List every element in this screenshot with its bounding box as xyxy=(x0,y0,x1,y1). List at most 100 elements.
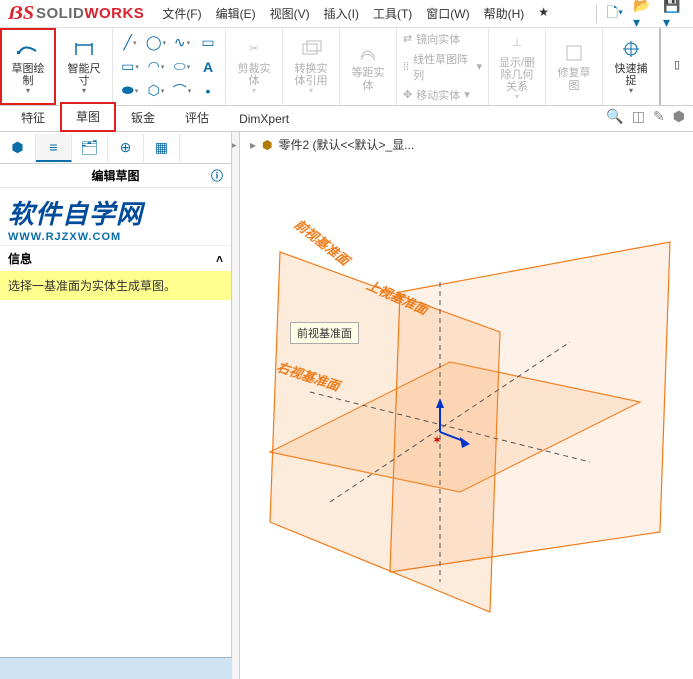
brand-block: 软件自学网 WWW.RJZXW.COM xyxy=(0,188,231,245)
offset-label: 等距实 体 xyxy=(352,67,385,91)
ellipse-tool-icon[interactable]: ⬭ xyxy=(171,56,193,78)
menu-edit[interactable]: 编辑(E) xyxy=(216,5,256,22)
fillet-tool-icon[interactable]: ⌒ xyxy=(171,80,193,102)
caret-icon: ▾ xyxy=(629,87,633,96)
app-logo: ẞS SOLIDWORKS xyxy=(0,2,152,25)
line-tool-icon[interactable]: ╱ xyxy=(119,32,141,54)
ribbon-trim-group: ✂ 剪裁实 体 ▾ xyxy=(226,28,283,105)
help-icon[interactable]: ⓘ xyxy=(211,167,223,184)
scissors-icon: ✂ xyxy=(240,37,268,61)
quick-snap-button[interactable]: 快速捕 捉 ▾ xyxy=(609,37,653,96)
mirror-label: 镜向实体 xyxy=(416,31,460,47)
circle-tool-icon[interactable]: ◯ xyxy=(145,32,167,54)
arc-tool-icon[interactable]: ◠ xyxy=(145,56,167,78)
tab-evaluate[interactable]: 评估 xyxy=(170,104,224,131)
tab-feature[interactable]: 特征 xyxy=(6,104,60,131)
repair-label: 修复草 图 xyxy=(558,67,591,91)
caret-icon: ▾ xyxy=(26,87,30,96)
feature-manager-panel: ⬢ ≡ 🗂 ⊕ ▦ 编辑草图 ⓘ 软件自学网 WWW.RJZXW.COM 信息 … xyxy=(0,132,232,679)
move-icon: ✥ xyxy=(403,88,412,101)
pattern-icon: ⁞⁞ xyxy=(403,61,409,73)
menu-help[interactable]: 帮助(H) xyxy=(484,5,525,22)
logo-works: WORKS xyxy=(84,5,144,22)
caret-icon: ▾ xyxy=(515,93,519,102)
offset-button: 等距实 体 xyxy=(346,41,390,91)
rect-tool-icon[interactable]: ▭ xyxy=(119,56,141,78)
relations-icon: ⊥ xyxy=(503,31,531,55)
splitter-handle[interactable] xyxy=(232,132,240,679)
panel-tab-display-icon[interactable]: ▦ xyxy=(144,134,180,162)
overflow-button[interactable]: ▯ xyxy=(667,54,687,80)
trim-button: ✂ 剪裁实 体 ▾ xyxy=(232,37,276,96)
mirror-icon: ⇄ xyxy=(403,32,412,45)
view-cube-icon[interactable]: ◫ xyxy=(632,108,645,125)
brand-url: WWW.RJZXW.COM xyxy=(8,231,223,243)
panel-tabs: ⬢ ≡ 🗂 ⊕ ▦ xyxy=(0,132,231,164)
smart-dimension-label: 智能尺 寸 xyxy=(68,63,101,87)
convert-icon xyxy=(297,37,325,61)
ribbon-pattern-group: ⇄ 镜向实体 ⁞⁞ 线性草图阵列 ▾ ✥ 移动实体 ▾ xyxy=(397,28,489,105)
planes-canvas: ✶ xyxy=(240,132,693,679)
tab-sketch[interactable]: 草图 xyxy=(60,102,116,132)
menu-tools[interactable]: 工具(T) xyxy=(373,5,412,22)
hover-tooltip: 前视基准面 xyxy=(290,322,359,344)
qat-new-icon[interactable]: 🗋▾ xyxy=(603,3,627,25)
smart-dimension-button[interactable]: 智能尺 寸 ▾ xyxy=(62,37,106,96)
panel-tab-feature-icon[interactable]: ⬢ xyxy=(0,134,36,162)
caret-icon: ▾ xyxy=(464,88,470,101)
spline-tool-icon[interactable]: ∿ xyxy=(171,32,193,54)
ribbon-repair-group: 修复草 图 xyxy=(546,28,603,105)
sketch-button[interactable]: 草图绘 制 ▾ xyxy=(6,37,50,96)
tab-sheetmetal[interactable]: 钣金 xyxy=(116,104,170,131)
menu-star-icon[interactable]: ★ xyxy=(538,5,549,22)
section-icon[interactable]: ✎ xyxy=(653,108,665,125)
show-relations-label: 显示/删 除几何 关系 xyxy=(499,57,535,93)
ribbon-offset-group: 等距实 体 xyxy=(340,28,397,105)
title-bar: ẞS SOLIDWORKS 文件(F) 编辑(E) 视图(V) 插入(I) 工具… xyxy=(0,0,693,28)
graphics-viewport[interactable]: ▸ ⬢ 零件2 (默认<<默认>_显... ✶ 前视基准面 上视基准面 右视基准… xyxy=(240,132,693,679)
convert-label: 转换实 体引用 xyxy=(295,63,328,87)
menu-window[interactable]: 窗口(W) xyxy=(426,5,469,22)
qat-open-icon[interactable]: 📂▾ xyxy=(633,3,657,25)
snap-icon xyxy=(617,37,645,61)
ribbon-draw-group: ╱ ◯ ∿ ▭ ▭ ◠ ⬭ A ⬬ ⬡ ⌒ • xyxy=(113,28,226,105)
caret-icon: ▾ xyxy=(82,87,86,96)
ribbon-dim-group: 智能尺 寸 ▾ xyxy=(56,28,113,105)
menu-insert[interactable]: 插入(I) xyxy=(324,5,359,22)
svg-text:✶: ✶ xyxy=(432,433,442,447)
ribbon-convert-group: 转换实 体引用 ▾ xyxy=(283,28,340,105)
logo-solid: SOLID xyxy=(36,5,84,22)
move-label: 移动实体 xyxy=(416,87,460,103)
logo-ds-icon: ẞS xyxy=(8,2,34,25)
panel-tab-config-icon[interactable]: 🗂 xyxy=(72,134,108,162)
panel-tab-dimxpert-icon[interactable]: ⊕ xyxy=(108,134,144,162)
menu-view[interactable]: 视图(V) xyxy=(270,5,310,22)
slot-tool-icon[interactable]: ⬬ xyxy=(119,80,141,102)
collapse-icon: ˄ xyxy=(216,252,223,266)
text-tool-icon[interactable]: A xyxy=(197,56,219,78)
appearance-icon[interactable]: ⬢ xyxy=(673,108,685,125)
tab-dimxpert[interactable]: DimXpert xyxy=(224,107,304,131)
brand-cn: 软件自学网 xyxy=(8,194,223,231)
info-section-header[interactable]: 信息 ˄ xyxy=(0,245,231,271)
ribbon: 草图绘 制 ▾ 智能尺 寸 ▾ ╱ ◯ ∿ ▭ ▭ ◠ ⬭ A ⬬ ⬡ ⌒ • xyxy=(0,28,693,106)
quick-access-toolbar: 🗋▾ 📂▾ 💾▾ xyxy=(596,3,693,25)
point-tool-icon[interactable]: • xyxy=(197,80,219,102)
ribbon-snap-group: 快速捕 捉 ▾ xyxy=(603,28,661,105)
panel-tab-property-icon[interactable]: ≡ xyxy=(36,134,72,162)
caret-icon: ▾ xyxy=(309,87,313,96)
zoom-icon[interactable]: 🔍 xyxy=(606,108,623,125)
view-tools: 🔍 ◫ ✎ ⬢ xyxy=(606,108,685,125)
polygon-tool-icon[interactable]: ⬡ xyxy=(145,80,167,102)
qat-save-icon[interactable]: 💾▾ xyxy=(663,3,687,25)
quick-snap-label: 快速捕 捉 xyxy=(615,63,648,87)
show-relations-button: ⊥ 显示/删 除几何 关系 ▾ xyxy=(495,31,539,102)
caret-icon: ▾ xyxy=(476,60,482,73)
panel-title-bar: 编辑草图 ⓘ xyxy=(0,164,231,188)
trim-label: 剪裁实 体 xyxy=(238,63,271,87)
info-label: 信息 xyxy=(8,250,32,267)
command-tabbar: 特征 草图 钣金 评估 DimXpert 🔍 ◫ ✎ ⬢ xyxy=(0,106,693,132)
rect-select-icon[interactable]: ▭ xyxy=(197,32,219,54)
overflow-icon: ▯ xyxy=(663,54,691,78)
menu-file[interactable]: 文件(F) xyxy=(162,5,201,22)
